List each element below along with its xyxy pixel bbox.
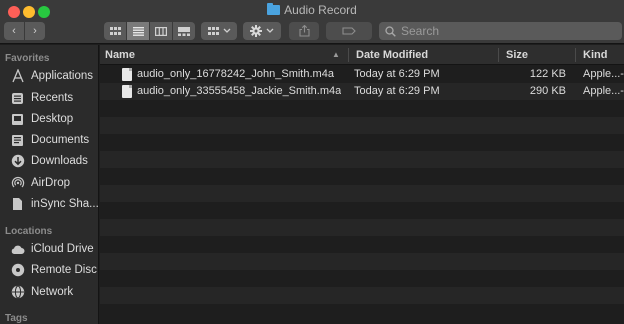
file-icon	[122, 68, 132, 81]
sidebar-item-label: Remote Disc	[31, 264, 97, 276]
table-row[interactable]: audio_only_16778242_John_Smith.m4a Today…	[100, 66, 624, 83]
empty-row	[100, 168, 624, 185]
chevron-down-icon	[266, 28, 274, 33]
list-view-button[interactable]	[127, 22, 150, 40]
toolbar: Audio Record ‹ ›	[0, 0, 624, 44]
sort-up-icon: ▲	[332, 50, 340, 59]
sidebar-item-label: iCloud Drive	[31, 243, 94, 255]
file-kind: Apple...-4	[583, 68, 624, 80]
empty-row	[100, 151, 624, 168]
sidebar-item-documents[interactable]: Documents	[0, 130, 98, 150]
column-header: Name ▲ Date Modified Size Kind	[100, 45, 624, 65]
search-field[interactable]	[379, 22, 622, 40]
forward-button[interactable]: ›	[25, 22, 45, 40]
sidebar-item-network[interactable]: Network	[0, 282, 98, 302]
documents-icon	[10, 133, 25, 148]
desktop-icon	[10, 112, 25, 127]
cloud-icon	[10, 242, 25, 257]
table-row[interactable]: audio_only_33555458_Jackie_Smith.m4a Tod…	[100, 83, 624, 100]
sidebar-item-downloads[interactable]: Downloads	[0, 151, 98, 171]
empty-row	[100, 185, 624, 202]
columns-icon	[155, 26, 167, 36]
favorites-section-header: Favorites	[5, 53, 50, 64]
empty-row	[100, 202, 624, 219]
action-button[interactable]	[243, 22, 281, 40]
locations-section-header: Locations	[5, 226, 53, 237]
sidebar: Favorites Applications Recents Desktop D…	[0, 45, 99, 324]
file-name: audio_only_33555458_Jackie_Smith.m4a	[137, 85, 342, 97]
column-header-kind[interactable]: Kind	[583, 49, 607, 61]
gallery-icon	[178, 26, 190, 36]
icon-view-button[interactable]	[104, 22, 127, 40]
back-button[interactable]: ‹	[4, 22, 24, 40]
network-icon	[10, 285, 25, 300]
maximize-window-button[interactable]	[38, 6, 50, 18]
tag-icon	[342, 27, 356, 35]
empty-row	[100, 253, 624, 270]
empty-row	[100, 236, 624, 253]
empty-row	[100, 219, 624, 236]
close-window-button[interactable]	[8, 6, 20, 18]
empty-row	[100, 304, 624, 321]
document-icon	[10, 197, 25, 212]
search-input[interactable]	[401, 24, 601, 38]
downloads-icon	[10, 154, 25, 169]
sidebar-item-icloud-drive[interactable]: iCloud Drive	[0, 239, 98, 259]
recents-icon	[10, 91, 25, 106]
chevron-left-icon: ‹	[12, 25, 16, 37]
grid-icon	[109, 26, 121, 35]
empty-row	[100, 287, 624, 304]
sidebar-item-label: Desktop	[31, 113, 74, 125]
airdrop-icon	[10, 176, 25, 191]
chevron-right-icon: ›	[33, 25, 37, 37]
tags-section-header: Tags	[5, 313, 28, 324]
minimize-window-button[interactable]	[23, 6, 35, 18]
edit-tags-button[interactable]	[326, 22, 372, 40]
file-size: 290 KB	[529, 85, 566, 97]
share-button[interactable]	[289, 22, 319, 40]
sidebar-item-label: Recents	[31, 92, 74, 104]
column-view-button[interactable]	[150, 22, 173, 40]
sidebar-item-applications[interactable]: Applications	[0, 66, 98, 86]
file-icon	[122, 85, 132, 98]
sidebar-item-remote-disc[interactable]: Remote Disc	[0, 260, 98, 280]
gear-icon	[250, 25, 262, 37]
empty-row	[100, 270, 624, 287]
applications-icon	[10, 69, 25, 84]
gallery-view-button[interactable]	[173, 22, 195, 40]
sidebar-item-label: Downloads	[31, 155, 88, 167]
sidebar-item-label: inSync Sha...	[31, 198, 99, 210]
file-kind: Apple...-4	[583, 85, 624, 97]
file-name: audio_only_16778242_John_Smith.m4a	[137, 68, 334, 80]
view-mode-group	[104, 22, 195, 40]
grid-icon	[207, 26, 219, 35]
empty-row	[100, 134, 624, 151]
list-icon	[132, 26, 144, 36]
sidebar-item-desktop[interactable]: Desktop	[0, 109, 98, 129]
window-title-text: Audio Record	[284, 3, 357, 17]
sidebar-item-label: AirDrop	[31, 177, 70, 189]
sidebar-item-insync[interactable]: inSync Sha...	[0, 194, 99, 214]
sidebar-item-airdrop[interactable]: AirDrop	[0, 173, 98, 193]
file-size: 122 KB	[529, 68, 566, 80]
file-date-modified: Today at 6:29 PM	[354, 68, 440, 80]
sidebar-item-label: Network	[31, 286, 74, 298]
folder-icon	[267, 3, 281, 15]
empty-row	[100, 117, 624, 134]
chevron-down-icon	[223, 28, 230, 33]
sidebar-item-label: Applications	[31, 70, 94, 82]
column-header-date-modified[interactable]: Date Modified	[356, 49, 428, 61]
sidebar-item-label: Documents	[31, 134, 90, 146]
share-icon	[298, 25, 310, 37]
empty-row	[100, 100, 624, 117]
disc-icon	[10, 263, 25, 278]
column-header-name[interactable]: Name	[105, 49, 135, 61]
column-header-size[interactable]: Size	[506, 49, 528, 61]
file-list-pane: Name ▲ Date Modified Size Kind audio_onl…	[100, 45, 624, 324]
group-by-button[interactable]	[201, 22, 237, 40]
search-icon	[385, 25, 396, 37]
file-date-modified: Today at 6:29 PM	[354, 85, 440, 97]
sidebar-item-recents[interactable]: Recents	[0, 88, 98, 108]
window-title: Audio Record	[0, 3, 624, 17]
